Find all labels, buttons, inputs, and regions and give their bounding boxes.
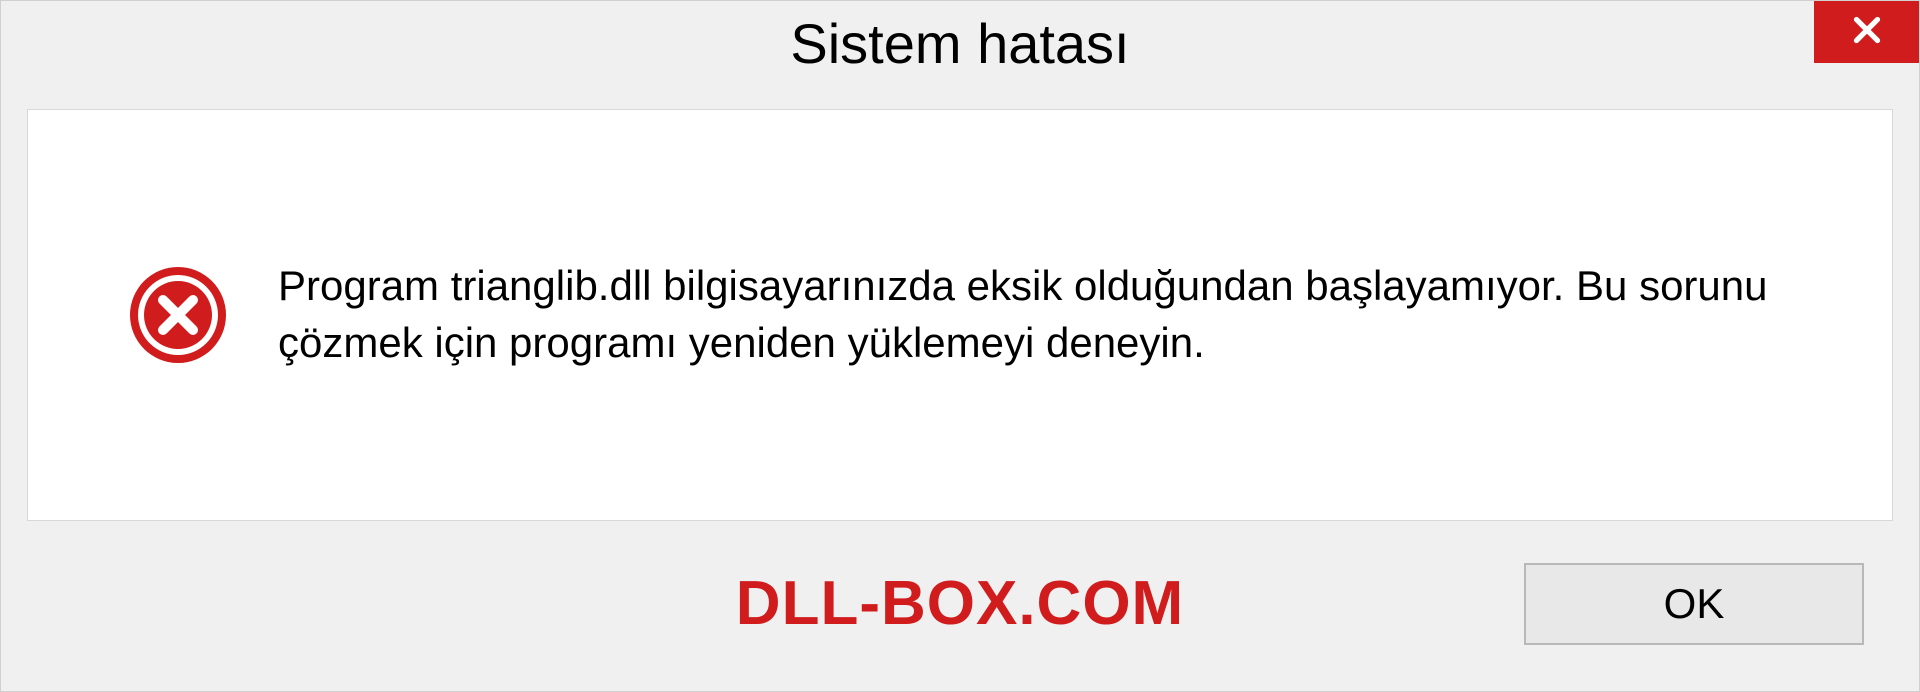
watermark-text: DLL-BOX.COM (736, 568, 1184, 639)
close-button[interactable] (1814, 1, 1919, 63)
error-icon (128, 265, 228, 365)
dialog-message: Program trianglib.dll bilgisayarınızda e… (278, 258, 1832, 371)
error-dialog: Sistem hatası Program trianglib.dll bilg… (0, 0, 1920, 692)
ok-button[interactable]: OK (1524, 563, 1864, 645)
dialog-footer: DLL-BOX.COM OK (1, 541, 1919, 691)
close-icon (1849, 12, 1885, 53)
dialog-title: Sistem hatası (790, 11, 1129, 76)
dialog-titlebar: Sistem hatası (1, 1, 1919, 101)
dialog-content: Program trianglib.dll bilgisayarınızda e… (27, 109, 1893, 521)
